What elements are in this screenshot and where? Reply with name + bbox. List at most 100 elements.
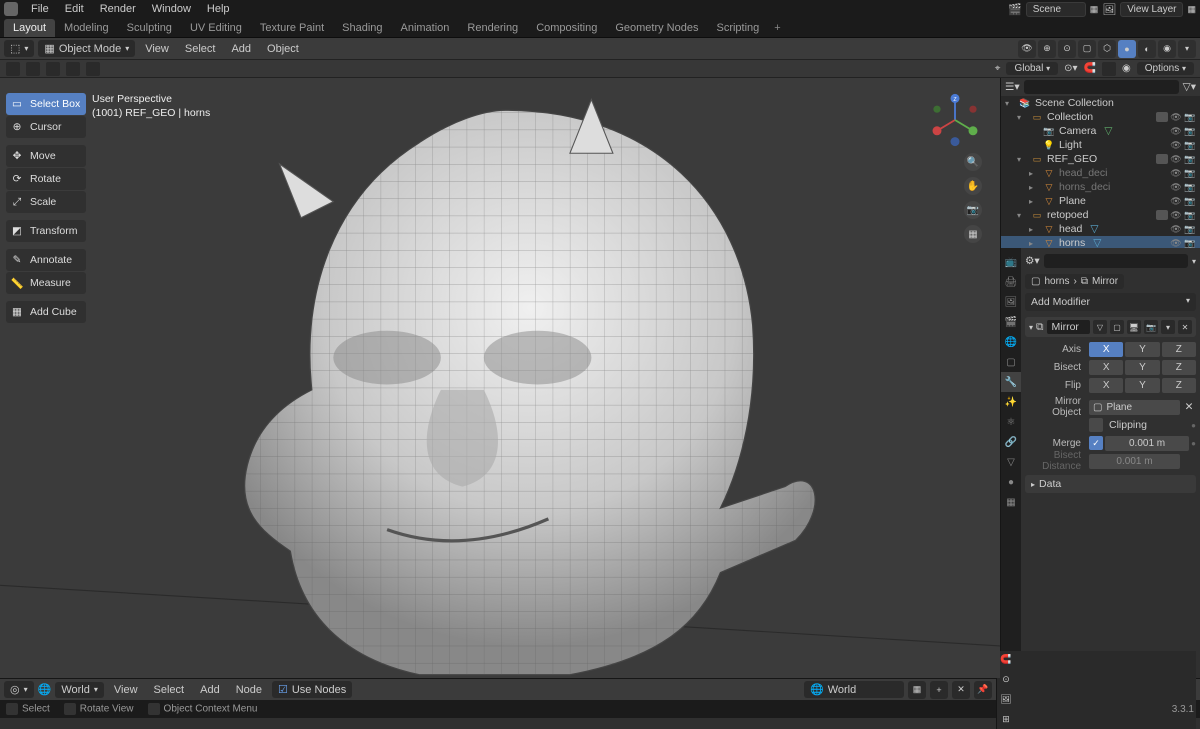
sel-invert-icon[interactable] [26, 62, 40, 76]
merge-anim-icon[interactable]: ● [1191, 439, 1196, 448]
tab-texture-paint[interactable]: Texture Paint [251, 19, 333, 37]
merge-value-field[interactable]: 0.001 m [1105, 436, 1189, 451]
mirror-object-clear-icon[interactable]: ✕ [1182, 401, 1196, 413]
world-browse-icon[interactable]: ▦ [908, 681, 926, 699]
outliner-type-icon[interactable]: ☰▾ [1005, 81, 1020, 93]
viewport-menu-object[interactable]: Object [261, 41, 305, 57]
shading-solid-icon[interactable]: ● [1118, 40, 1136, 58]
pivot-icon[interactable]: ⊙▾ [1064, 63, 1077, 74]
use-nodes-checkbox[interactable]: ☑Use Nodes [272, 681, 352, 698]
tool-rotate[interactable]: ⟳Rotate [6, 168, 86, 190]
outliner-row-light[interactable]: 💡Light👁📷 [1001, 138, 1200, 152]
tab-rendering[interactable]: Rendering [458, 19, 527, 37]
outliner-row-scene-collection[interactable]: ▾📚Scene Collection [1001, 96, 1200, 110]
props-options-icon[interactable]: ▾ [1192, 257, 1196, 266]
prop-tab-data[interactable]: ▽ [1001, 452, 1021, 472]
world-datablock-field[interactable]: 🌐World [804, 681, 904, 698]
clipping-checkbox[interactable] [1089, 418, 1103, 432]
scene-name-field[interactable]: Scene [1026, 2, 1086, 17]
menu-edit[interactable]: Edit [58, 1, 91, 17]
prop-tab-object[interactable]: ▢ [1001, 352, 1021, 372]
viewlayer-field[interactable]: View Layer [1120, 2, 1183, 17]
shader-type-dropdown[interactable]: World▾ [55, 682, 104, 698]
menu-file[interactable]: File [24, 1, 56, 17]
tab-geometry-nodes[interactable]: Geometry Nodes [606, 19, 707, 37]
outliner-search-input[interactable] [1024, 80, 1179, 94]
prop-tab-texture[interactable]: ▦ [1001, 492, 1021, 512]
tool-scale[interactable]: ⤢Scale [6, 191, 86, 213]
prop-tab-render[interactable]: 📺 [1001, 252, 1021, 272]
pan-icon[interactable]: ✋ [964, 177, 982, 195]
node-menu-node[interactable]: Node [230, 682, 268, 698]
gizmo-toggle-icon[interactable]: ⊕ [1038, 40, 1056, 58]
tab-animation[interactable]: Animation [392, 19, 459, 37]
modifier-data-panel[interactable]: ▸Data [1025, 475, 1196, 493]
overlay-toggle-icon[interactable]: ⊙ [1058, 40, 1076, 58]
mod-realtime-icon[interactable]: 🖥 [1127, 320, 1141, 334]
tab-modeling[interactable]: Modeling [55, 19, 118, 37]
mod-render-icon[interactable]: 📷 [1144, 320, 1158, 334]
sel-intersect-icon[interactable] [66, 62, 80, 76]
props-editor-type-icon[interactable]: ⚙▾ [1025, 255, 1040, 267]
outliner-row-retopoed[interactable]: ▾▭retopoed👁📷 [1001, 208, 1200, 222]
add-workspace-icon[interactable]: + [768, 22, 786, 34]
flip-y-button[interactable]: Y [1125, 378, 1159, 393]
outliner-row-head-deci[interactable]: ▸▽head_deci👁📷 [1001, 166, 1200, 180]
props-search-input[interactable] [1044, 254, 1188, 268]
pin-icon[interactable]: 📌 [974, 681, 992, 699]
sel-extend-icon[interactable] [46, 62, 60, 76]
editor-type-dropdown[interactable]: ⬚▾ [4, 40, 34, 57]
add-modifier-dropdown[interactable]: Add Modifier▾ [1025, 293, 1196, 311]
node-menu-add[interactable]: Add [194, 682, 226, 698]
mirror-object-field[interactable]: ▢Plane [1089, 400, 1180, 415]
prop-tab-physics[interactable]: ⚛ [1001, 412, 1021, 432]
viewport-menu-add[interactable]: Add [225, 41, 257, 57]
axis-x-button[interactable]: X [1089, 342, 1123, 357]
menu-help[interactable]: Help [200, 1, 237, 17]
tab-uv-editing[interactable]: UV Editing [181, 19, 251, 37]
zoom-icon[interactable]: 🔍 [964, 153, 982, 171]
outliner-row-ref-geo[interactable]: ▾▭REF_GEO👁📷 [1001, 152, 1200, 166]
prop-tab-scene[interactable]: 🎬 [1001, 312, 1021, 332]
merge-checkbox[interactable]: ✓ [1089, 436, 1103, 450]
outliner-row-head[interactable]: ▸▽head▽👁📷 [1001, 222, 1200, 236]
xray-icon[interactable]: ▢ [1078, 40, 1096, 58]
world-new-icon[interactable]: + [930, 681, 948, 699]
tab-shading[interactable]: Shading [333, 19, 391, 37]
prop-tab-particles[interactable]: ✨ [1001, 392, 1021, 412]
viewlayer-browse-icon[interactable]: ▦ [1187, 4, 1196, 15]
properties-breadcrumb[interactable]: ▢horns › ⧉Mirror [1025, 274, 1124, 289]
node-tree-icon[interactable]: ⊞ [997, 711, 1015, 729]
bisect-y-button[interactable]: Y [1125, 360, 1159, 375]
options-dropdown[interactable]: Options ▾ [1137, 62, 1194, 75]
select-vis-icon[interactable]: 👁 [1018, 40, 1036, 58]
outliner-row-plane[interactable]: ▸▽Plane👁📷 [1001, 194, 1200, 208]
mode-dropdown[interactable]: ▦Object Mode▾ [38, 40, 135, 57]
3d-viewport[interactable]: ▭Select Box⊕Cursor✥Move⟳Rotate⤢Scale◩Tra… [0, 78, 1000, 678]
tool-measure[interactable]: 📏Measure [6, 272, 86, 294]
prop-tab-viewlayer[interactable]: 🖼 [1001, 292, 1021, 312]
snap-target-icon[interactable] [1102, 62, 1116, 76]
snap-magnet-icon[interactable]: 🧲 [1084, 63, 1096, 74]
tool-select-box[interactable]: ▭Select Box [6, 93, 86, 115]
transform-orientation-dropdown[interactable]: Global ▾ [1006, 62, 1058, 75]
prop-tab-material[interactable]: ● [1001, 472, 1021, 492]
world-unlink-icon[interactable]: ✕ [952, 681, 970, 699]
modifier-expand-icon[interactable]: ▾ [1029, 323, 1033, 332]
shading-dropdown-icon[interactable]: ▾ [1178, 40, 1196, 58]
node-menu-select[interactable]: Select [148, 682, 191, 698]
prop-tab-output[interactable]: 🖨 [1001, 272, 1021, 292]
outliner-row-camera[interactable]: 📷Camera▽👁📷 [1001, 124, 1200, 138]
node-editor-type-dropdown[interactable]: ◎▾ [4, 681, 34, 698]
node-menu-view[interactable]: View [108, 682, 144, 698]
tool-add-cube[interactable]: ▦Add Cube [6, 301, 86, 323]
tool-annotate[interactable]: ✎Annotate [6, 249, 86, 271]
outliner-row-horns[interactable]: ▸▽horns▽👁📷 [1001, 236, 1200, 248]
backdrop-icon[interactable]: 🖼 [997, 691, 1015, 709]
mod-editmode-icon[interactable]: ▽ [1093, 320, 1107, 334]
viewport-menu-view[interactable]: View [139, 41, 175, 57]
prop-tab-modifiers[interactable]: 🔧 [1001, 372, 1021, 392]
outliner-row-collection[interactable]: ▾▭Collection👁📷 [1001, 110, 1200, 124]
tab-layout[interactable]: Layout [4, 19, 55, 37]
sel-subtract-icon[interactable] [86, 62, 100, 76]
